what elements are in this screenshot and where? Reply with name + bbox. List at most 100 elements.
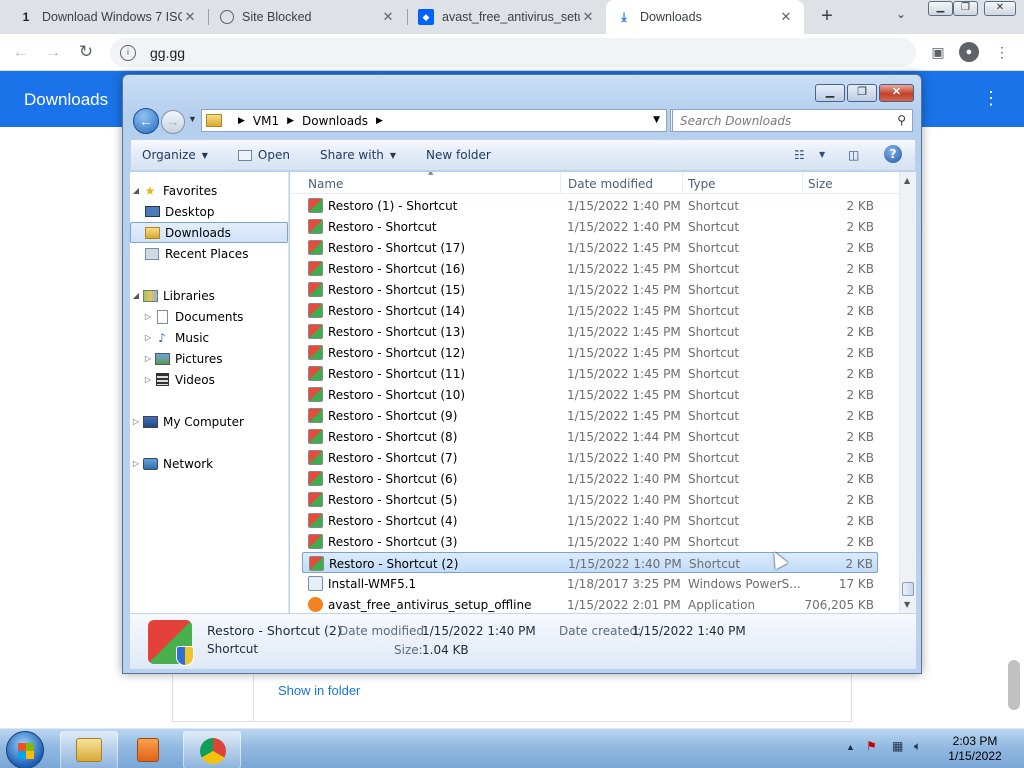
- collapsed-arrow-icon[interactable]: ▷: [130, 459, 142, 468]
- nav-recent-places[interactable]: Recent Places: [130, 243, 288, 264]
- breadcrumb-vm1[interactable]: VM1: [253, 114, 279, 128]
- close-icon[interactable]: ✕: [380, 9, 396, 25]
- minimize-button[interactable]: ▁: [928, 1, 953, 16]
- file-row[interactable]: Restoro - Shortcut (12) 1/15/2022 1:45 PM…: [302, 342, 878, 363]
- nav-pictures[interactable]: ▷ Pictures: [130, 348, 288, 369]
- nav-music[interactable]: ▷ ♪ Music: [130, 327, 288, 348]
- info-icon[interactable]: i: [120, 44, 136, 61]
- start-button[interactable]: [6, 731, 44, 768]
- open-button[interactable]: Open: [218, 148, 300, 162]
- nav-libraries[interactable]: ◢ Libraries: [130, 285, 288, 306]
- file-row[interactable]: Restoro - Shortcut (16) 1/15/2022 1:45 PM…: [302, 258, 878, 279]
- file-row[interactable]: Restoro - Shortcut (5) 1/15/2022 1:40 PM S…: [302, 489, 878, 510]
- search-downloads-input[interactable]: Search Downloads ⚲: [672, 109, 913, 132]
- file-row[interactable]: Restoro (1) - Shortcut 1/15/2022 1:40 PM S…: [302, 195, 878, 216]
- nav-favorites[interactable]: ◢ ★ Favorites: [130, 180, 288, 201]
- reload-button[interactable]: ↻: [74, 40, 98, 64]
- collapsed-arrow-icon[interactable]: ▷: [142, 333, 154, 342]
- breadcrumb-arrow-icon[interactable]: ▶: [376, 116, 383, 126]
- file-row[interactable]: Restoro - Shortcut (13) 1/15/2022 1:45 PM…: [302, 321, 878, 342]
- preview-pane-icon[interactable]: ◫: [848, 148, 859, 162]
- explorer-minimize-button[interactable]: ▁: [815, 84, 845, 102]
- file-row[interactable]: Restoro - Shortcut (2) 1/15/2022 1:40 PM S…: [302, 552, 878, 573]
- scroll-down-icon[interactable]: ▼: [904, 600, 910, 609]
- column-size[interactable]: Size: [808, 177, 833, 191]
- tab-site-blocked[interactable]: Site Blocked ✕: [210, 0, 406, 34]
- address-dropdown-icon[interactable]: ▼: [653, 115, 660, 125]
- explorer-forward-button[interactable]: →: [161, 110, 185, 134]
- close-button[interactable]: ✕: [984, 1, 1016, 16]
- recent-pages-dropdown[interactable]: ▼: [188, 114, 197, 124]
- scrollbar-thumb[interactable]: [902, 582, 914, 596]
- more-options-icon[interactable]: ▼: [819, 150, 825, 159]
- file-row[interactable]: Restoro - Shortcut 1/15/2022 1:40 PM Short…: [302, 216, 878, 237]
- collapsed-arrow-icon[interactable]: ▷: [142, 375, 154, 384]
- collapsed-arrow-icon[interactable]: ▷: [142, 354, 154, 363]
- file-list-scrollbar[interactable]: ▲ ▼: [899, 172, 916, 613]
- file-row[interactable]: Restoro - Shortcut (3) 1/15/2022 1:40 PM S…: [302, 531, 878, 552]
- nav-my-computer[interactable]: ▷ My Computer: [130, 411, 288, 432]
- breadcrumb-arrow-icon[interactable]: ▶: [238, 116, 245, 126]
- explorer-back-button[interactable]: ←: [133, 108, 159, 134]
- clock[interactable]: 2:03 PM 1/15/2022: [935, 734, 1015, 764]
- taskbar-explorer-button[interactable]: [60, 731, 118, 768]
- file-row[interactable]: Restoro - Shortcut (4) 1/15/2022 1:40 PM S…: [302, 510, 878, 531]
- nav-videos[interactable]: ▷ Videos: [130, 369, 288, 390]
- file-row[interactable]: Restoro - Shortcut (6) 1/15/2022 1:40 PM S…: [302, 468, 878, 489]
- menu-icon[interactable]: ⋮: [992, 42, 1012, 62]
- expand-icon[interactable]: ◢: [130, 291, 142, 300]
- new-tab-button[interactable]: +: [815, 5, 839, 29]
- file-row[interactable]: Restoro - Shortcut (15) 1/15/2022 1:45 PM…: [302, 279, 878, 300]
- back-button[interactable]: ←: [9, 40, 33, 64]
- taskbar-media-player-button[interactable]: [122, 731, 180, 768]
- taskbar-chrome-button[interactable]: [183, 731, 241, 768]
- breadcrumb-downloads[interactable]: Downloads: [302, 114, 368, 128]
- forward-button[interactable]: →: [41, 40, 65, 64]
- file-row[interactable]: avast_free_antivirus_setup_offline 1/15/2…: [302, 594, 878, 613]
- close-icon[interactable]: ✕: [778, 9, 794, 25]
- nav-documents[interactable]: ▷ Documents: [130, 306, 288, 327]
- file-row[interactable]: Restoro - Shortcut (7) 1/15/2022 1:40 PM S…: [302, 447, 878, 468]
- search-icon[interactable]: ⚲: [897, 113, 906, 127]
- file-row[interactable]: Restoro - Shortcut (9) 1/15/2022 1:45 PM S…: [302, 405, 878, 426]
- side-panel-icon[interactable]: ▣: [928, 42, 948, 62]
- explorer-close-button[interactable]: ✕: [879, 84, 914, 102]
- address-bar[interactable]: i gg.gg: [110, 38, 916, 67]
- file-row[interactable]: Restoro - Shortcut (17) 1/15/2022 1:45 PM…: [302, 237, 878, 258]
- more-actions-icon[interactable]: ⋮: [982, 88, 1000, 109]
- nav-desktop[interactable]: Desktop: [130, 201, 288, 222]
- explorer-maximize-button[interactable]: ❐: [847, 84, 877, 102]
- nav-network[interactable]: ▷ Network: [130, 453, 288, 474]
- column-divider[interactable]: [560, 172, 561, 194]
- tab-search-button[interactable]: ⌄: [896, 7, 906, 21]
- file-row[interactable]: Restoro - Shortcut (8) 1/15/2022 1:44 PM S…: [302, 426, 878, 447]
- change-view-icon[interactable]: ☷: [794, 148, 805, 162]
- column-divider[interactable]: [682, 172, 683, 194]
- show-in-folder-link[interactable]: Show in folder: [278, 683, 360, 698]
- organize-button[interactable]: Organize ▼: [131, 148, 218, 162]
- show-hidden-icons-button[interactable]: ▲: [846, 742, 855, 752]
- network-tray-icon[interactable]: ▦: [892, 739, 903, 753]
- file-row[interactable]: Restoro - Shortcut (10) 1/15/2022 1:45 PM…: [302, 384, 878, 405]
- column-divider[interactable]: [802, 172, 803, 194]
- column-name[interactable]: Name: [308, 177, 343, 191]
- collapsed-arrow-icon[interactable]: ▷: [130, 417, 142, 426]
- collapsed-arrow-icon[interactable]: ▷: [142, 312, 154, 321]
- column-date-modified[interactable]: Date modified: [568, 177, 653, 191]
- expand-icon[interactable]: ◢: [130, 186, 142, 195]
- maximize-button[interactable]: ❐: [953, 1, 978, 16]
- tab-download-windows-7[interactable]: 1 Download Windows 7 ISO ✕: [8, 0, 208, 34]
- profile-icon[interactable]: ●: [959, 42, 979, 62]
- new-folder-button[interactable]: New folder: [406, 148, 501, 162]
- help-icon[interactable]: ?: [884, 145, 902, 163]
- nav-downloads[interactable]: Downloads: [130, 222, 288, 243]
- scroll-up-icon[interactable]: ▲: [904, 176, 910, 185]
- column-type[interactable]: Type: [688, 177, 716, 191]
- close-icon[interactable]: ✕: [580, 9, 596, 25]
- file-row[interactable]: Restoro - Shortcut (14) 1/15/2022 1:45 PM…: [302, 300, 878, 321]
- tab-downloads[interactable]: ⤓ Downloads ✕: [606, 0, 804, 34]
- action-center-icon[interactable]: ⚑: [866, 739, 877, 753]
- explorer-address-bar[interactable]: ▶ VM1 ▶ Downloads ▶ ▼: [201, 109, 667, 132]
- file-row[interactable]: Restoro - Shortcut (11) 1/15/2022 1:45 PM…: [302, 363, 878, 384]
- page-scrollbar[interactable]: [1008, 660, 1020, 710]
